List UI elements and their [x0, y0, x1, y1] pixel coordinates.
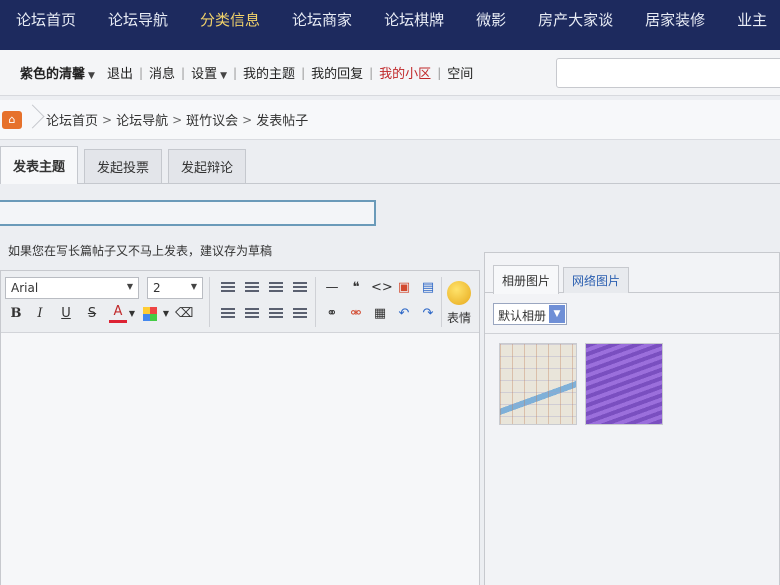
font-family-select[interactable]: Arial ▼	[5, 277, 139, 299]
tab-new-debate[interactable]: 发起辩论	[168, 149, 247, 183]
outdent-icon[interactable]	[267, 305, 285, 323]
my-topics-link[interactable]: 我的主题	[237, 63, 301, 82]
username-label: 紫色的清馨	[20, 67, 86, 82]
image-tabs: 相册图片 网络图片	[485, 253, 779, 294]
my-replies-link[interactable]: 我的回复	[305, 63, 369, 82]
smiley-icon[interactable]	[447, 281, 471, 305]
image-panel: 相册图片 网络图片 默认相册 ▼	[484, 252, 780, 585]
space-link[interactable]: 空间	[441, 63, 479, 82]
breadcrumb-current: 发表帖子	[256, 114, 309, 129]
draft-tip: 如果您在写长篇帖子又不马上发表，建议存为草稿	[8, 244, 273, 258]
breadcrumb-forum-nav[interactable]: 论坛导航	[112, 110, 172, 129]
quote-icon[interactable]: ❝	[347, 279, 365, 297]
toolbar-divider	[315, 277, 316, 327]
font-size-select[interactable]: 2 ▼	[147, 277, 203, 299]
editor-toolbar: Arial ▼ 2 ▼ B I U S A ▼ ▼ ⌫ — ❝ <> ▣ ▤ ⚭ ⚮…	[1, 271, 479, 333]
media-icon[interactable]: ▤	[419, 279, 437, 297]
breadcrumb-board[interactable]: 斑竹议会	[182, 110, 242, 129]
indent-icon[interactable]	[291, 305, 309, 323]
my-community-link[interactable]: 我的小区	[373, 63, 437, 82]
code-icon[interactable]: <>	[371, 279, 393, 297]
chevron-down-icon: ▼	[126, 282, 133, 291]
nav-item-merchants[interactable]: 论坛商家	[276, 9, 368, 30]
image-thumbnail-map[interactable]	[499, 343, 577, 425]
tab-web-images[interactable]: 网络图片	[563, 267, 630, 293]
eraser-icon[interactable]: ⌫	[175, 305, 193, 323]
ordered-list-icon[interactable]	[219, 305, 237, 323]
flash-icon[interactable]: ▣	[395, 279, 413, 297]
breadcrumb-separator	[22, 100, 38, 140]
breadcrumb-arrow: >	[102, 112, 113, 127]
underline-button[interactable]: U	[57, 305, 75, 323]
chevron-down-icon: ▼	[549, 305, 565, 323]
redo-icon[interactable]: ↷	[419, 305, 437, 323]
nav-item-home[interactable]: 论坛首页	[0, 9, 92, 30]
editor-content-area[interactable]	[1, 333, 479, 585]
horizontal-rule-icon[interactable]: —	[323, 279, 341, 297]
tab-new-topic[interactable]: 发表主题	[0, 146, 79, 184]
nav-item-decoration[interactable]: 居家装修	[629, 9, 721, 30]
tab-new-poll[interactable]: 发起投票	[84, 149, 163, 183]
nav-item-movies[interactable]: 微影	[460, 9, 522, 30]
unlink-icon[interactable]: ⚮	[347, 305, 365, 323]
font-family-value: Arial	[11, 281, 39, 295]
chevron-down-icon[interactable]: ▼	[123, 305, 141, 323]
user-bar: 紫色的清馨 ▼ 退出 | 消息 | 设置 ▼ | 我的主题 | 我的回复 | 我的小…	[0, 50, 780, 96]
image-thumbnail-lavender[interactable]	[585, 343, 663, 425]
home-icon[interactable]: ⌂	[2, 110, 22, 129]
nav-item-realestate[interactable]: 房产大家谈	[522, 9, 629, 30]
bold-button[interactable]: B	[7, 305, 25, 323]
logout-link[interactable]: 退出	[101, 63, 139, 82]
breadcrumb-arrow: >	[172, 112, 183, 127]
breadcrumb-home[interactable]: 论坛首页	[42, 110, 102, 129]
strikethrough-button[interactable]: S	[83, 305, 101, 323]
emoji-label[interactable]: 表情	[447, 309, 471, 326]
undo-icon[interactable]: ↶	[395, 305, 413, 323]
subject-input[interactable]	[0, 200, 376, 226]
search-input[interactable]	[556, 58, 780, 88]
italic-button[interactable]: I	[31, 305, 49, 323]
chevron-down-icon: ▼	[220, 71, 227, 81]
album-select-value: 默认相册	[498, 309, 547, 323]
chevron-down-icon[interactable]: ▼	[157, 305, 175, 323]
align-right-icon[interactable]	[267, 279, 285, 297]
chevron-down-icon: ▼	[88, 71, 95, 81]
breadcrumb: ⌂ 论坛首页 > 论坛导航 > 斑竹议会 > 发表帖子	[0, 100, 780, 140]
post-type-tabs: 发表主题 发起投票 发起辩论	[0, 142, 780, 184]
toolbar-divider	[209, 277, 210, 327]
font-size-value: 2	[153, 281, 161, 295]
top-nav: 论坛首页 论坛导航 分类信息 论坛商家 论坛棋牌 微影 房产大家谈 居家装修 业…	[0, 0, 780, 50]
toolbar-divider	[441, 277, 442, 327]
messages-link[interactable]: 消息	[143, 63, 181, 82]
breadcrumb-arrow: >	[242, 112, 253, 127]
divider	[485, 333, 780, 334]
align-center-icon[interactable]	[243, 279, 261, 297]
align-left-icon[interactable]	[219, 279, 237, 297]
tab-album-images[interactable]: 相册图片	[493, 265, 560, 294]
nav-item-forum-nav[interactable]: 论坛导航	[92, 9, 184, 30]
chevron-down-icon: ▼	[190, 282, 197, 291]
album-select[interactable]: 默认相册 ▼	[493, 303, 567, 325]
nav-item-classifieds[interactable]: 分类信息	[184, 9, 276, 30]
nav-item-owners[interactable]: 业主	[721, 9, 780, 30]
table-icon[interactable]: ▦	[371, 305, 389, 323]
unordered-list-icon[interactable]	[243, 305, 261, 323]
post-editor: Arial ▼ 2 ▼ B I U S A ▼ ▼ ⌫ — ❝ <> ▣ ▤ ⚭ ⚮…	[0, 270, 480, 585]
settings-menu[interactable]: 设置 ▼	[185, 63, 233, 82]
username-menu[interactable]: 紫色的清馨 ▼	[14, 63, 101, 82]
link-icon[interactable]: ⚭	[323, 305, 341, 323]
nav-item-games[interactable]: 论坛棋牌	[368, 9, 460, 30]
settings-label: 设置	[191, 67, 218, 82]
align-justify-icon[interactable]	[291, 279, 309, 297]
